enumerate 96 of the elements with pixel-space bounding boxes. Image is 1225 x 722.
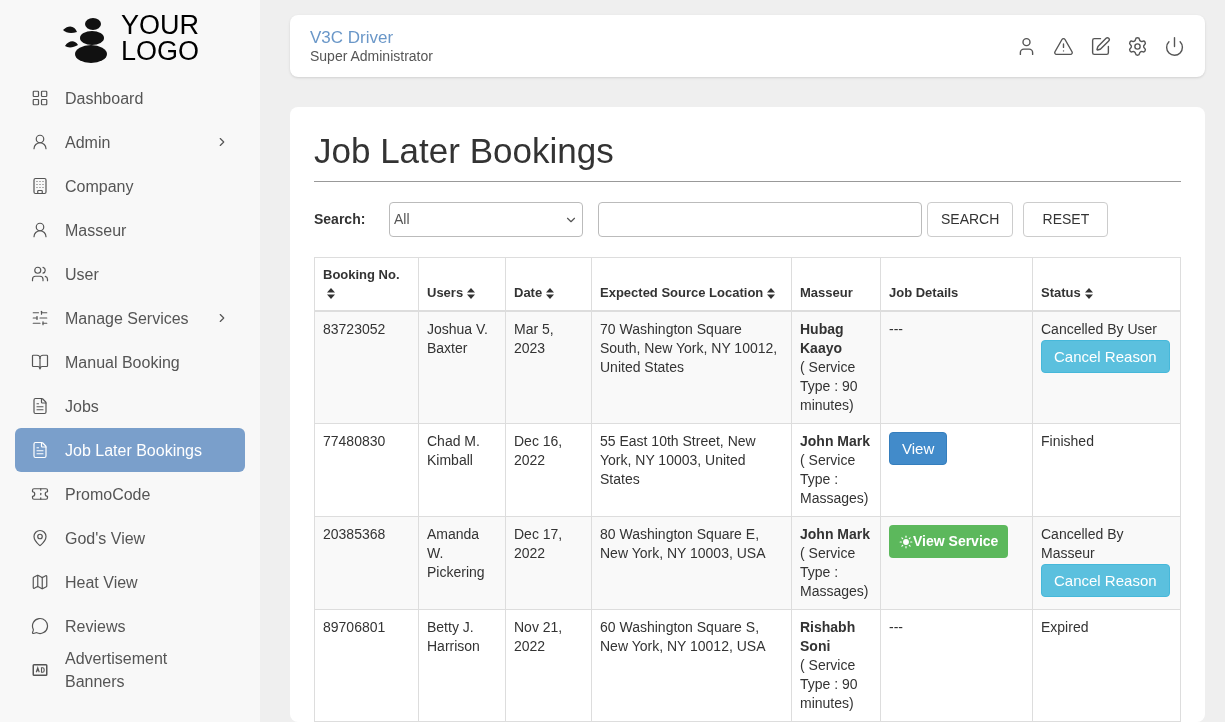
map-pin-icon [31, 529, 49, 547]
document-icon [31, 397, 49, 415]
sidebar-label: Advertisement Banners [65, 649, 169, 692]
view-button[interactable]: View [889, 432, 948, 465]
table-cell: 70 Washington Square South, New York, NY 10012, United States [591, 311, 792, 424]
sort-icon[interactable] [327, 288, 335, 300]
sidebar-item[interactable]: Manage Services [15, 296, 245, 340]
sidebar-item[interactable]: Heat View [15, 560, 245, 604]
table-cell: 83723052 [314, 311, 419, 424]
sidebar-item[interactable]: Reviews [15, 604, 245, 648]
sidebar-label: Jobs [65, 396, 100, 417]
sidebar-item[interactable]: Admin [15, 120, 245, 164]
column-header[interactable]: Users [418, 257, 506, 311]
sort-icon[interactable] [467, 288, 476, 300]
sidebar-item[interactable]: Company [15, 164, 245, 208]
column-header: Job Details [880, 257, 1033, 311]
column-header: Masseur [791, 257, 881, 311]
user-role: Super Administrator [310, 48, 434, 64]
table-cell: --- [889, 321, 903, 337]
sidebar-label: Manual Booking [65, 352, 181, 373]
sidebar-label: God's View [65, 528, 147, 549]
sidebar-label: Job Later Bookings [65, 440, 203, 461]
sidebar-item[interactable]: Manual Booking [15, 340, 245, 384]
table-cell: 89706801 [314, 609, 419, 722]
table-cell: Nov 21, 2022 [505, 609, 592, 722]
sidebar-label: Heat View [65, 572, 139, 593]
table-cell: 20385368 [314, 516, 419, 610]
sidebar-item[interactable]: God's View [15, 516, 245, 560]
sort-icon[interactable] [767, 288, 776, 300]
table-cell: --- [889, 619, 903, 635]
ticket-icon [31, 485, 49, 503]
edit-icon[interactable] [1090, 35, 1111, 57]
sidebar-label: Dashboard [65, 88, 145, 109]
service-type: ( Service Type : Massages) [800, 451, 870, 508]
person-icon [31, 221, 49, 239]
sidebar-item[interactable]: User [15, 252, 245, 296]
grid-icon [31, 89, 49, 107]
table-cell: Joshua V. Baxter [418, 311, 506, 424]
column-header[interactable]: Expected Source Location [591, 257, 792, 311]
search-field[interactable] [598, 202, 922, 237]
status-text: Expired [1041, 618, 1090, 637]
sidebar-label: Masseur [65, 220, 128, 241]
document-icon [31, 441, 49, 459]
table-cell: Dec 17, 2022 [505, 516, 592, 610]
ad-icon [31, 661, 49, 679]
masseur-name: Rishabh Soni [800, 618, 857, 656]
sort-icon[interactable] [546, 288, 555, 300]
masseur-name: John Mark [800, 432, 871, 451]
user-name: V3C Driver [310, 28, 395, 48]
search-label: Search: [314, 210, 367, 229]
search-button[interactable]: SEARCH [927, 202, 1014, 237]
sliders-icon [31, 309, 49, 327]
reset-button[interactable]: RESET [1023, 202, 1109, 237]
sidebar-item[interactable]: Jobs [15, 384, 245, 428]
table-cell: 55 East 10th Street, New York, NY 10003, United States [591, 423, 792, 517]
sidebar-label: Admin [65, 132, 112, 153]
table-cell: 60 Washington Square S, New York, NY 10012, USA [591, 609, 792, 722]
column-header[interactable]: Date [505, 257, 592, 311]
sidebar-item[interactable]: Dashboard [15, 76, 245, 120]
logo-text: YOUR LOGO [121, 12, 199, 64]
sidebar-label: Company [65, 176, 135, 197]
table-cell: Amanda W. Pickering [418, 516, 506, 610]
table-cell: 77480830 [314, 423, 419, 517]
column-header[interactable]: Booking No. [314, 257, 419, 311]
settings-icon[interactable] [1127, 35, 1148, 57]
sidebar-item[interactable]: Masseur [15, 208, 245, 252]
users-icon [31, 265, 49, 283]
table-cell: Dec 16, 2022 [505, 423, 592, 517]
table-cell: Mar 5, 2023 [505, 311, 592, 424]
sort-icon[interactable] [1084, 288, 1093, 300]
sidebar-item[interactable]: Advertisement Banners [15, 648, 245, 692]
table-cell: 80 Washington Square E, New York, NY 10003, USA [591, 516, 792, 610]
service-type: ( Service Type : 90 minutes) [800, 656, 859, 713]
filter-select[interactable]: All [389, 202, 583, 237]
masseur-name: Hubag Kaayo [800, 320, 845, 358]
table-cell: Betty J. Harrison [418, 609, 506, 722]
map-icon [31, 573, 49, 591]
column-header[interactable]: Status [1032, 257, 1181, 311]
status-text: Finished [1041, 432, 1095, 451]
sidebar-label: Reviews [65, 616, 127, 637]
sidebar-label: PromoCode [65, 484, 152, 505]
sidebar-label: Manage Services [65, 308, 190, 329]
sidebar-item[interactable]: PromoCode [15, 472, 245, 516]
power-icon[interactable] [1164, 35, 1185, 57]
book-icon [31, 353, 49, 371]
masseur-name: John Mark [800, 525, 871, 544]
table-cell: Chad M. Kimball [418, 423, 506, 517]
building-icon [31, 177, 49, 195]
service-type: ( Service Type : Massages) [800, 544, 870, 601]
sidebar-label: User [65, 264, 100, 285]
service-type: ( Service Type : 90 minutes) [800, 358, 859, 415]
status-text: Cancelled By Masseur [1041, 525, 1125, 563]
status-text: Cancelled By User [1041, 320, 1158, 339]
warning-icon[interactable] [1053, 35, 1074, 57]
page-title: Job Later Bookings [314, 129, 1181, 182]
speech-icon [31, 617, 49, 635]
